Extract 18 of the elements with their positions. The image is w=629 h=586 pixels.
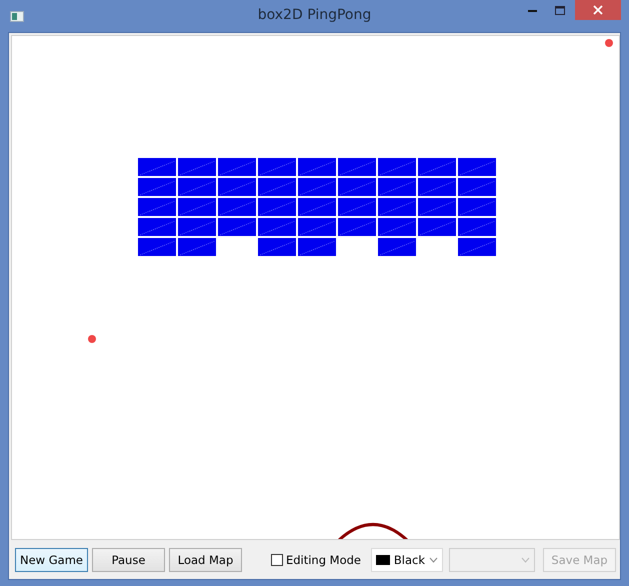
chevron-icon	[521, 556, 530, 562]
close-button[interactable]	[575, 0, 621, 20]
window-title: box2D PingPong	[258, 7, 372, 23]
checkbox[interactable]	[270, 554, 283, 566]
close-icon	[593, 5, 603, 15]
paddle	[337, 523, 409, 540]
ball	[88, 335, 96, 343]
chevron-icon	[429, 556, 438, 562]
minimize-icon	[528, 8, 537, 12]
checkbox-label: Editing Mode	[286, 552, 361, 566]
maximize-icon	[554, 6, 564, 14]
color-dropdown[interactable]: Black	[371, 548, 443, 572]
app-icon	[10, 10, 24, 22]
ball	[605, 39, 613, 47]
dropdown-value: Black	[394, 552, 426, 566]
toolbar-button[interactable]: Pause	[92, 548, 165, 572]
toolbar-button[interactable]: New Game	[15, 548, 88, 572]
toolbar-button[interactable]: Load Map	[169, 548, 242, 572]
